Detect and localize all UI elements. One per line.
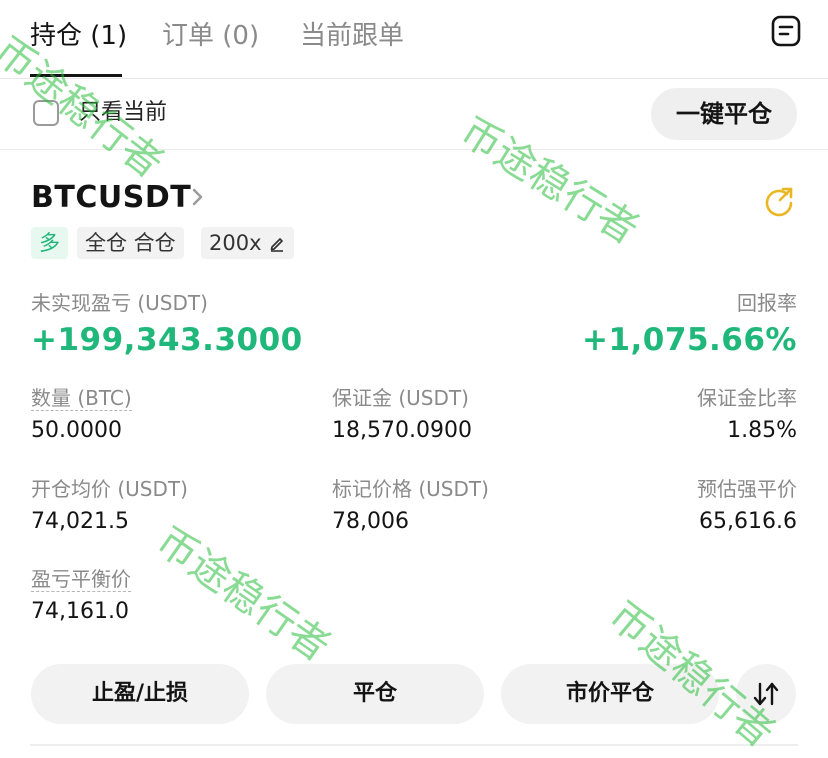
close-position-button[interactable]: 平仓 (266, 664, 484, 724)
active-tab-indicator (30, 74, 122, 77)
quantity-value: 50.0000 (31, 418, 122, 443)
tab-orders[interactable]: 订单 (0) (162, 18, 259, 54)
margin-ratio-label: 保证金比率 (697, 386, 797, 410)
tab-orders-count: (0) (222, 21, 260, 51)
mark-price-label: 标记价格 (USDT) (332, 477, 489, 501)
quantity-label[interactable]: 数量 (BTC) (31, 384, 132, 412)
tab-copy-trading-label: 当前跟单 (300, 21, 405, 51)
tab-bar: 持仓 (1) 订单 (0) 当前跟单 (0, 0, 828, 79)
watermark: 币途稳行者 (147, 518, 339, 671)
show-current-only-checkbox[interactable] (33, 100, 59, 126)
breakeven-price-label-text: 盈亏平衡价 (31, 567, 131, 592)
order-history-icon[interactable] (769, 14, 803, 48)
liquidation-price-label: 预估强平价 (697, 477, 797, 501)
share-icon[interactable] (762, 184, 796, 218)
quantity-label-text: 数量 (BTC) (31, 386, 132, 411)
margin-label: 保证金 (USDT) (332, 386, 469, 410)
tab-positions[interactable]: 持仓 (1) (30, 18, 127, 54)
card-divider (30, 744, 798, 746)
liquidation-price-value: 65,616.6 (699, 509, 797, 534)
filter-row: 只看当前 一键平仓 (0, 79, 828, 150)
roe-label: 回报率 (737, 291, 797, 315)
market-close-button[interactable]: 市价平仓 (501, 664, 719, 724)
margin-value: 18,570.0900 (332, 418, 472, 443)
margin-mode-tag: 全仓 合仓 (77, 227, 184, 259)
breakeven-price-value: 74,161.0 (31, 599, 129, 624)
leverage-tag[interactable]: 200x (201, 227, 294, 259)
margin-ratio-value: 1.85% (727, 418, 797, 443)
entry-price-value: 74,021.5 (31, 509, 129, 534)
chevron-right-icon[interactable] (190, 186, 206, 208)
position-symbol[interactable]: BTCUSDT (31, 178, 191, 218)
leverage-value: 200x (209, 231, 262, 255)
tp-sl-button[interactable]: 止盈/止损 (31, 664, 249, 724)
unrealized-pnl-label: 未实现盈亏 (USDT) (31, 291, 208, 315)
tab-positions-count: (1) (90, 21, 128, 51)
mark-price-value: 78,006 (332, 509, 409, 534)
edit-icon (270, 238, 283, 252)
roe-value: +1,075.66% (581, 322, 797, 358)
side-tag: 多 (31, 227, 68, 259)
swap-arrows-icon (753, 682, 779, 706)
tab-orders-label: 订单 (162, 21, 215, 51)
close-all-button[interactable]: 一键平仓 (651, 88, 797, 140)
tab-positions-label: 持仓 (30, 21, 83, 51)
reverse-position-button[interactable] (736, 664, 796, 724)
tab-copy-trading[interactable]: 当前跟单 (300, 18, 404, 54)
unrealized-pnl-value: +199,343.3000 (31, 322, 303, 358)
breakeven-price-label[interactable]: 盈亏平衡价 (31, 565, 131, 593)
entry-price-label: 开仓均价 (USDT) (31, 477, 188, 501)
show-current-only-label[interactable]: 只看当前 (79, 97, 167, 129)
